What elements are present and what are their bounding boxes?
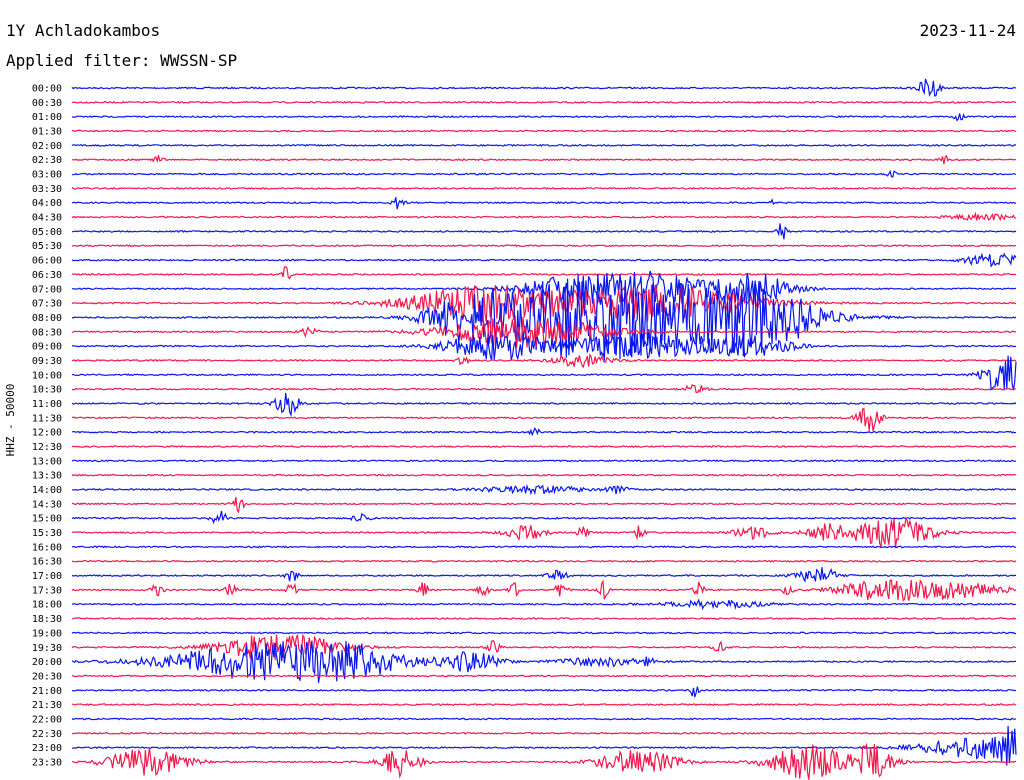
seismic-trace bbox=[71, 473, 1017, 477]
time-label: 13:30 bbox=[32, 471, 62, 482]
time-label: 07:00 bbox=[32, 284, 62, 295]
time-label: 06:00 bbox=[32, 256, 62, 267]
seismic-trace bbox=[71, 674, 1017, 678]
time-label: 12:30 bbox=[32, 442, 62, 453]
seismic-trace bbox=[71, 559, 1017, 563]
time-label: 14:00 bbox=[32, 485, 62, 496]
seismic-trace bbox=[71, 545, 1017, 549]
time-label: 03:30 bbox=[32, 184, 62, 195]
traces bbox=[71, 78, 1017, 780]
time-label: 22:30 bbox=[32, 729, 62, 740]
seismic-trace bbox=[71, 510, 1017, 525]
seismic-trace bbox=[71, 186, 1017, 190]
time-label: 18:30 bbox=[32, 614, 62, 625]
seismic-trace bbox=[71, 129, 1016, 133]
seismic-trace bbox=[71, 631, 1017, 635]
seismic-trace bbox=[71, 459, 1017, 463]
time-label: 08:30 bbox=[32, 327, 62, 338]
seismic-trace bbox=[71, 244, 1017, 248]
time-label: 16:30 bbox=[32, 557, 62, 568]
seismic-trace bbox=[71, 154, 1017, 165]
seismic-trace bbox=[71, 717, 1017, 721]
time-label: 23:30 bbox=[32, 757, 62, 768]
seismic-trace bbox=[71, 113, 1017, 122]
time-label: 00:30 bbox=[32, 98, 62, 109]
seismic-trace bbox=[71, 617, 1017, 621]
time-label: 10:00 bbox=[32, 370, 62, 381]
time-label: 10:30 bbox=[32, 385, 62, 396]
time-label: 09:30 bbox=[32, 356, 62, 367]
seismic-trace bbox=[71, 567, 1016, 583]
time-label: 17:30 bbox=[32, 585, 62, 596]
seismic-trace bbox=[71, 598, 1017, 611]
seismic-trace bbox=[71, 731, 1017, 735]
time-label: 15:00 bbox=[32, 514, 62, 525]
seismic-trace bbox=[71, 197, 1017, 210]
seismic-trace bbox=[71, 353, 1017, 369]
seismic-trace bbox=[71, 686, 1017, 698]
time-label: 00:00 bbox=[32, 84, 62, 95]
time-label: 19:30 bbox=[32, 643, 62, 654]
time-label: 08:00 bbox=[32, 313, 62, 324]
time-label: 22:00 bbox=[32, 714, 62, 725]
time-labels: 00:00 00:30 01:00 01:30 02:00 02:30 03:00 03:30… bbox=[32, 84, 62, 769]
time-label: 20:30 bbox=[32, 671, 62, 682]
seismic-trace bbox=[71, 100, 1017, 104]
seismic-trace bbox=[72, 444, 1017, 449]
seismic-trace bbox=[72, 223, 1017, 240]
time-label: 02:00 bbox=[32, 141, 62, 152]
time-label: 02:30 bbox=[32, 155, 62, 166]
seismic-trace bbox=[71, 266, 1017, 280]
time-label: 12:00 bbox=[32, 428, 62, 439]
seismic-trace bbox=[71, 78, 1017, 97]
time-label: 13:00 bbox=[32, 456, 62, 467]
time-label: 06:30 bbox=[32, 270, 62, 281]
time-label: 15:30 bbox=[32, 528, 62, 539]
time-label: 23:00 bbox=[32, 743, 62, 754]
time-label: 01:30 bbox=[32, 127, 62, 138]
time-label: 17:00 bbox=[32, 571, 62, 582]
helicorder-plot: 00:00 00:30 01:00 01:30 02:00 02:30 03:00 03:30… bbox=[32, 78, 1017, 780]
seismic-trace bbox=[71, 270, 1017, 306]
seismic-trace bbox=[71, 384, 1017, 394]
time-label: 14:30 bbox=[32, 499, 62, 510]
seismic-trace bbox=[71, 703, 1017, 707]
seismic-trace bbox=[71, 407, 1017, 432]
seismic-trace bbox=[72, 169, 1017, 178]
time-label: 04:30 bbox=[32, 213, 62, 224]
time-label: 19:00 bbox=[32, 628, 62, 639]
time-label: 04:00 bbox=[32, 198, 62, 209]
time-label: 05:30 bbox=[32, 241, 62, 252]
time-label: 18:00 bbox=[32, 600, 62, 611]
seismic-trace bbox=[71, 742, 1017, 780]
seismic-trace bbox=[71, 211, 1017, 222]
time-label: 03:00 bbox=[32, 170, 62, 181]
time-label: 16:00 bbox=[32, 542, 62, 553]
time-label: 09:00 bbox=[32, 342, 62, 353]
seismic-trace bbox=[71, 392, 1017, 418]
time-label: 21:30 bbox=[32, 700, 62, 711]
seismic-trace bbox=[71, 483, 1017, 496]
time-label: 11:30 bbox=[32, 413, 62, 424]
seismic-trace bbox=[71, 579, 1017, 602]
time-label: 11:00 bbox=[32, 399, 62, 410]
seismic-trace bbox=[71, 633, 1017, 661]
seismic-trace bbox=[71, 143, 1017, 147]
time-label: 05:00 bbox=[32, 227, 62, 238]
seismic-trace bbox=[71, 496, 1017, 514]
seismic-trace bbox=[71, 426, 1017, 437]
time-label: 07:30 bbox=[32, 299, 62, 310]
time-label: 21:00 bbox=[32, 686, 62, 697]
time-label: 20:00 bbox=[32, 657, 62, 668]
seismic-trace bbox=[71, 252, 1017, 268]
time-label: 01:00 bbox=[32, 112, 62, 123]
